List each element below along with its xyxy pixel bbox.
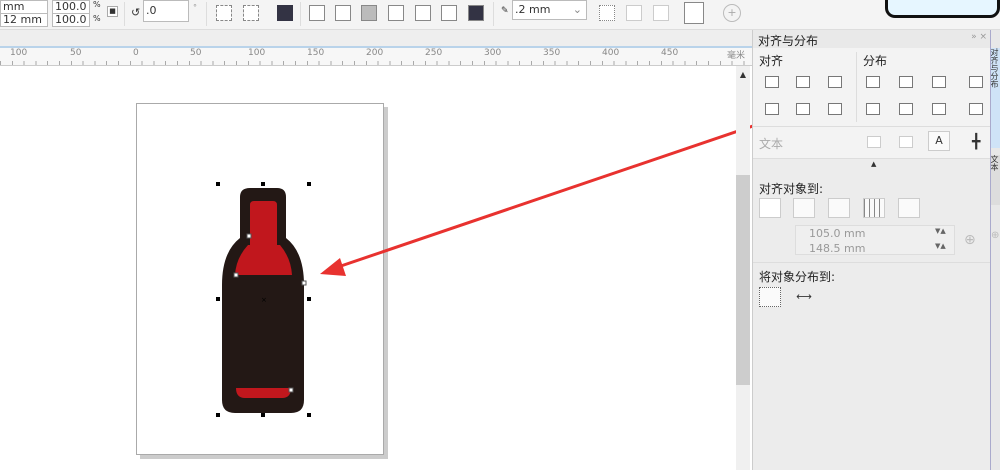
distribute-center-icon[interactable] (899, 76, 913, 88)
align-to-label: 对齐对象到: (759, 182, 824, 196)
scrollbar-thumb[interactable] (736, 175, 750, 385)
add-tab-icon[interactable]: ⊕ (991, 230, 999, 241)
page-edge-icon[interactable] (793, 198, 815, 218)
align-distribute-panel: 对齐与分布 » × 对齐 分布 文本 A ╋ ▲ 对齐对象到: 105.0 mm… (752, 30, 991, 470)
y-field[interactable]: 148.5 mm (809, 242, 865, 255)
align-center-h-icon[interactable] (796, 76, 810, 88)
y-spinner[interactable]: ▼▲ (935, 242, 946, 250)
anchor-icon[interactable]: ╋ (972, 134, 980, 150)
collapse-arrow-icon[interactable]: ▲ (871, 160, 876, 168)
align-top-icon[interactable] (765, 103, 779, 115)
distribute-to-label: 将对象分布到: (759, 270, 836, 284)
align-center-v-icon[interactable] (796, 103, 810, 115)
scroll-up-icon[interactable]: ▲ (736, 70, 750, 79)
distribute-middle-icon[interactable] (899, 103, 913, 115)
tab-text[interactable]: 文本 (991, 155, 1000, 205)
distribute-selection-icon[interactable] (759, 287, 781, 307)
distribute-right-icon[interactable] (932, 76, 946, 88)
distribute-label: 分布 (863, 54, 888, 68)
distribute-top-icon[interactable] (866, 103, 880, 115)
panel-title: 对齐与分布 (758, 34, 819, 48)
align-bottom-icon[interactable] (828, 103, 842, 115)
text-baseline-icon (867, 136, 881, 148)
collapse-icon[interactable]: » × (971, 32, 987, 42)
annotation-arrow (320, 108, 801, 276)
distribute-page-icon[interactable]: ⟷ (793, 287, 815, 307)
align-left-icon[interactable] (765, 76, 779, 88)
panel-header: 对齐与分布 » × (753, 30, 991, 48)
tab-align-distribute[interactable]: 对齐与分布 (991, 48, 1000, 148)
active-objects-icon[interactable] (759, 198, 781, 218)
docker-tabs: 对齐与分布 文本 ⊕ (990, 30, 1000, 470)
specified-point-icon[interactable] (898, 198, 920, 218)
svg-text:×: × (261, 296, 267, 304)
distribute-spacing-h-icon[interactable] (969, 76, 983, 88)
distribute-spacing-v-icon[interactable] (969, 103, 983, 115)
text-label: 文本 (759, 137, 784, 151)
distribute-bottom-icon[interactable] (932, 103, 946, 115)
text-line-icon (899, 136, 913, 148)
align-right-icon[interactable] (828, 76, 842, 88)
align-label: 对齐 (759, 54, 784, 68)
page-center-icon[interactable] (828, 198, 850, 218)
distribute-left-icon[interactable] (866, 76, 880, 88)
text-bbox-icon[interactable]: A (928, 131, 950, 151)
crosshair-icon: ⊕ (964, 232, 976, 248)
grid-icon[interactable] (863, 198, 885, 218)
x-field[interactable]: 105.0 mm (809, 227, 865, 240)
x-spinner[interactable]: ▼▲ (935, 227, 946, 235)
